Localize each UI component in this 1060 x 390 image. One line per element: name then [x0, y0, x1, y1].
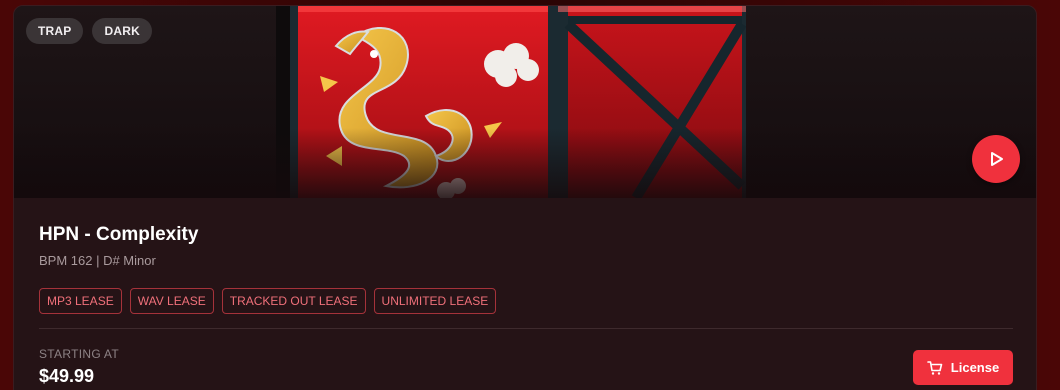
play-icon — [991, 152, 1003, 166]
cart-icon — [926, 360, 943, 375]
genre-tags: TRAP DARK — [26, 18, 152, 44]
track-meta: BPM 162 | D# Minor — [39, 253, 156, 268]
license-options: MP3 LEASE WAV LEASE TRACKED OUT LEASE UN… — [39, 288, 497, 314]
price: $49.99 — [39, 366, 95, 386]
starting-at-label: STARTING AT — [39, 347, 119, 361]
license-wav-lease[interactable]: WAV LEASE — [129, 288, 214, 314]
license-button-label: License — [950, 360, 1000, 375]
divider — [39, 328, 1013, 329]
license-button[interactable]: License — [913, 350, 1013, 385]
tag-dark[interactable]: DARK — [92, 18, 152, 44]
tag-trap[interactable]: TRAP — [26, 18, 84, 44]
cover-fade — [14, 128, 1036, 198]
track-title[interactable]: HPN - Complexity — [39, 224, 198, 246]
license-mp3-lease[interactable]: MP3 LEASE — [39, 288, 122, 314]
beat-card[interactable]: TRAP DARK HPN - Complexity BPM 162 | D# … — [13, 5, 1037, 390]
license-tracked-out-lease[interactable]: TRACKED OUT LEASE — [221, 288, 366, 314]
license-unlimited-lease[interactable]: UNLIMITED LEASE — [373, 288, 497, 314]
cover-art[interactable]: TRAP DARK — [14, 6, 1036, 198]
play-button[interactable] — [972, 135, 1020, 183]
